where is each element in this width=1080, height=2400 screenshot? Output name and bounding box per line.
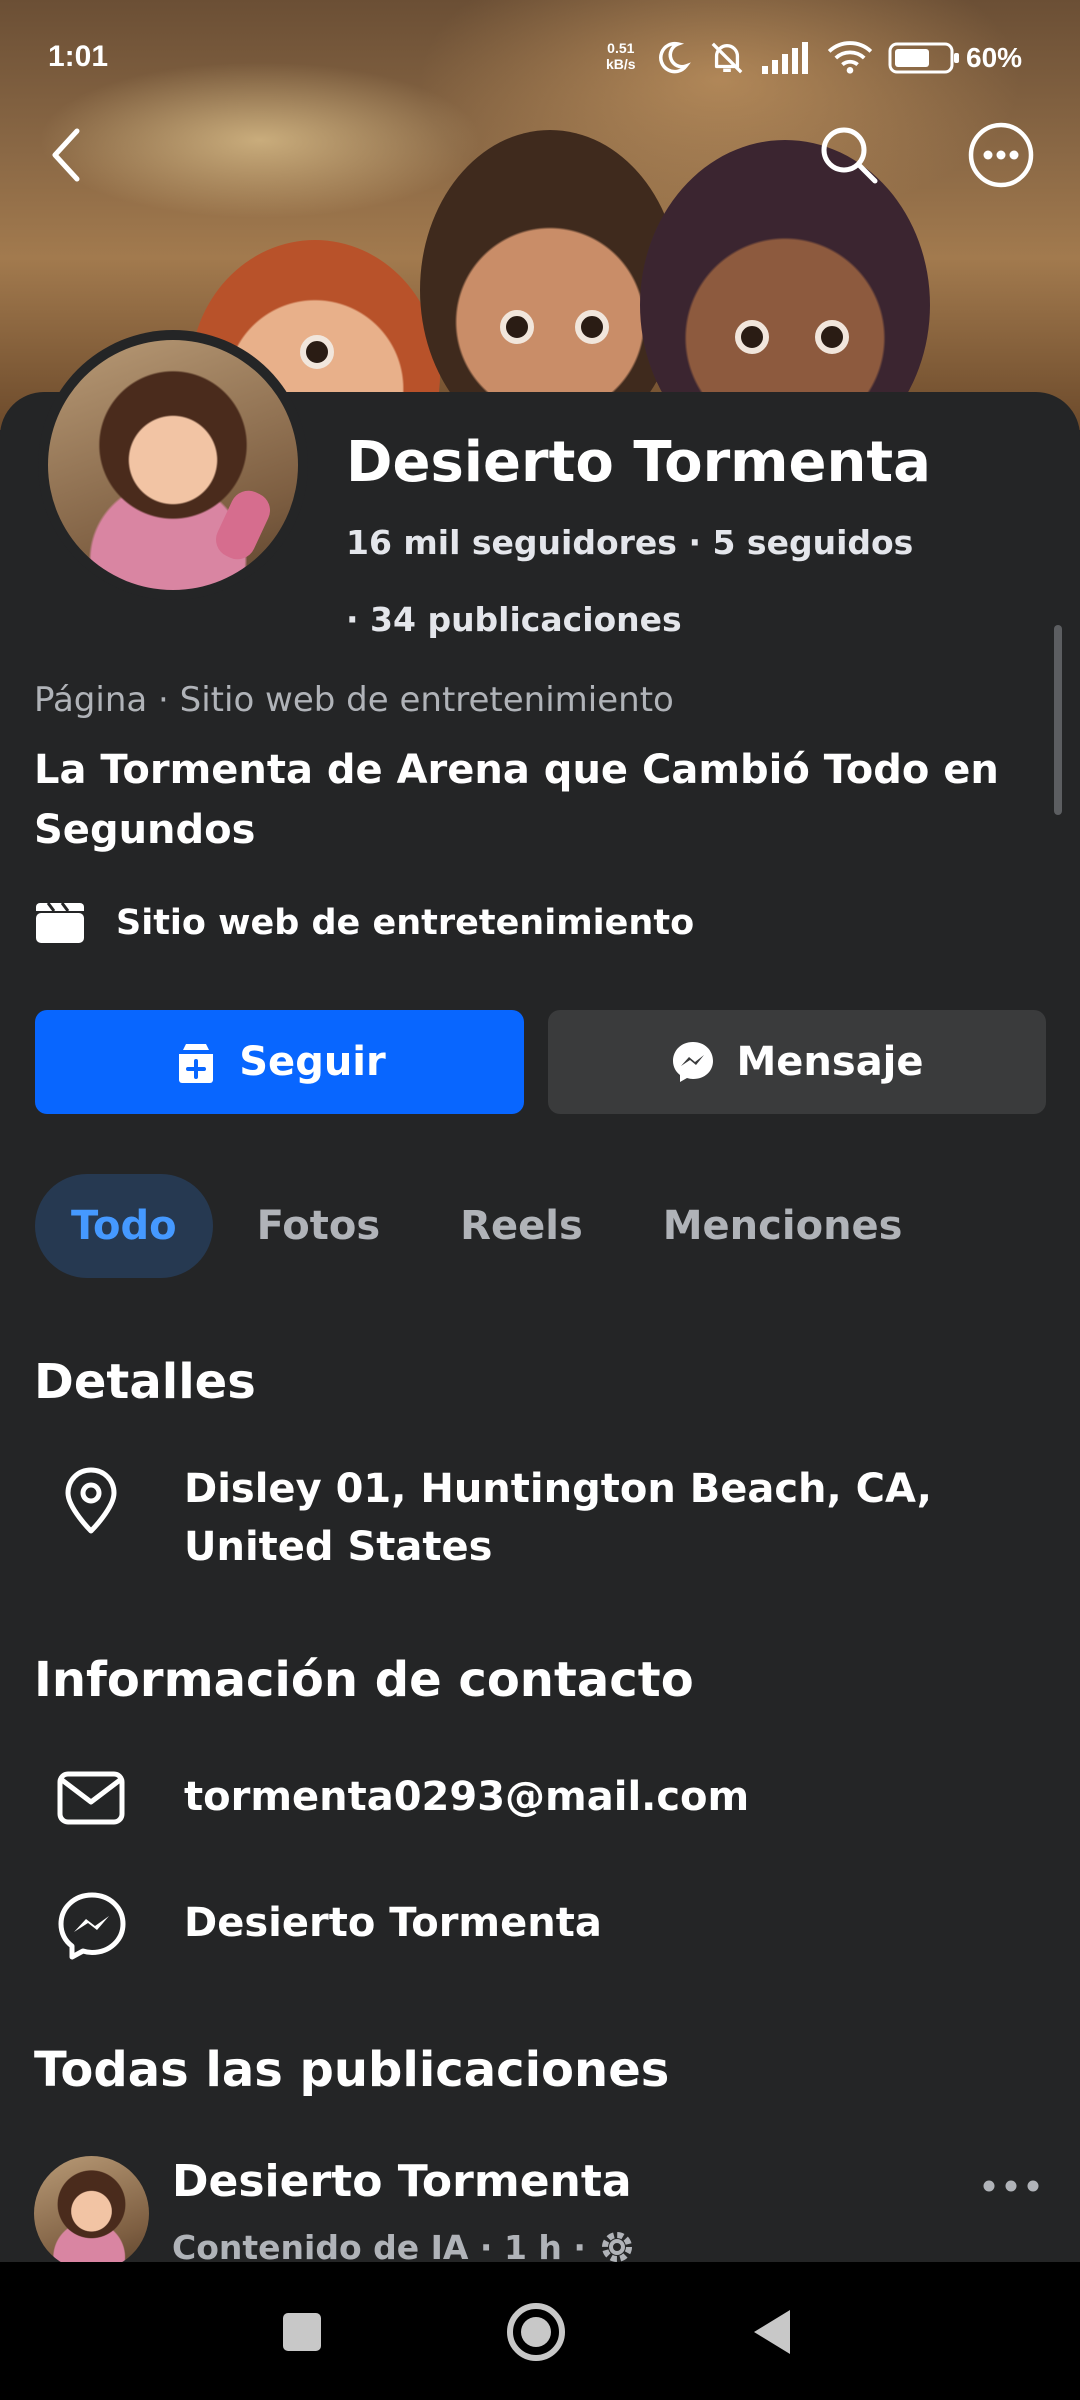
status-bar: 1:01 0.51 kB/s 60% <box>0 0 1080 120</box>
battery-icon <box>888 42 959 74</box>
wifi-icon <box>827 41 873 74</box>
message-button[interactable]: Mensaje <box>548 1010 1046 1114</box>
messenger-text: Desierto Tormenta <box>184 1900 602 1946</box>
search-button[interactable] <box>814 120 884 190</box>
tab-fotos[interactable]: Fotos <box>221 1174 417 1278</box>
battery-percent: 60% <box>966 42 1023 73</box>
tab-todo[interactable]: Todo <box>35 1174 213 1278</box>
email-text: tormenta0293@mail.com <box>184 1774 750 1820</box>
follow-label: Seguir <box>239 1039 386 1085</box>
bell-off-icon <box>711 42 743 74</box>
network-speed-unit: kB/s <box>606 56 636 72</box>
post-more-button[interactable] <box>976 2156 1046 2216</box>
signal-icon <box>762 42 808 74</box>
profile-tabs: Todo Fotos Reels Menciones <box>35 1174 946 1278</box>
page-name: Desierto Tormenta <box>346 430 931 495</box>
stats-separator: · <box>688 523 713 562</box>
triangle-back-icon <box>754 2310 790 2354</box>
address-row[interactable]: Disley 01, Huntington Beach, CA, United … <box>0 1460 1080 1580</box>
page-bio: La Tormenta de Arena que Cambió Todo en … <box>34 747 999 853</box>
cover-eye <box>815 320 849 354</box>
profile-stats: 16 mil seguidores · 5 seguidos <box>346 523 913 562</box>
post-author-avatar[interactable] <box>34 2156 149 2271</box>
home-circle-icon <box>507 2303 565 2361</box>
arrow-left-icon <box>52 128 80 182</box>
system-navigation-bar <box>0 2262 1080 2400</box>
status-time: 1:01 <box>48 40 109 73</box>
cover-eye <box>500 310 534 344</box>
profile-avatar-image <box>48 340 298 590</box>
scrollbar[interactable] <box>1054 625 1062 815</box>
envelope-icon <box>57 1771 125 1825</box>
site-category-row: Sitio web de entretenimiento <box>34 898 694 948</box>
message-label: Mensaje <box>736 1039 924 1085</box>
cover-eye <box>300 335 334 369</box>
profile-picture[interactable] <box>38 330 308 600</box>
profile-sheet <box>0 392 1080 2262</box>
post-author-name[interactable]: Desierto Tormenta <box>172 2156 632 2207</box>
followers-count[interactable]: 16 mil seguidores <box>346 523 677 562</box>
square-icon <box>283 2313 321 2351</box>
messenger-icon <box>58 1892 126 1960</box>
cover-eye <box>575 310 609 344</box>
cover-character-right <box>640 140 930 430</box>
post-header: Desierto Tormenta Contenido de IA · 1 h … <box>34 2156 1046 2271</box>
posts-stat: · 34 publicaciones <box>346 600 682 639</box>
network-speed: 0.51 kB/s <box>606 40 636 72</box>
post-meta-text: Contenido de IA · 1 h · <box>172 2227 586 2267</box>
stats-separator: · <box>346 600 371 639</box>
details-title: Detalles <box>34 1354 256 1410</box>
map-pin-icon <box>65 1467 117 1534</box>
contact-title: Información de contacto <box>34 1652 694 1708</box>
search-icon <box>821 127 878 184</box>
clapperboard-icon <box>36 902 84 943</box>
messenger-icon <box>673 1042 714 1082</box>
tab-reels[interactable]: Reels <box>424 1174 619 1278</box>
more-horizontal-icon <box>968 122 1034 188</box>
back-nav-button[interactable] <box>722 2282 822 2382</box>
more-options-button[interactable] <box>966 120 1036 190</box>
address-text: Disley 01, Huntington Beach, CA, United … <box>184 1466 932 1570</box>
posts-count: 34 publicaciones <box>370 600 682 639</box>
popsicle-detail <box>210 484 276 566</box>
back-button[interactable] <box>32 120 102 190</box>
network-speed-value: 0.51 <box>607 40 635 56</box>
email-row[interactable]: tormenta0293@mail.com <box>0 1766 1080 1836</box>
site-category-text: Sitio web de entretenimiento <box>116 903 695 943</box>
page-category: Página · Sitio web de entretenimiento <box>34 680 674 720</box>
messenger-row[interactable]: Desierto Tormenta <box>0 1892 1080 1962</box>
more-horizontal-icon <box>983 2180 1039 2192</box>
tab-menciones[interactable]: Menciones <box>627 1174 939 1278</box>
all-posts-title: Todas las publicaciones <box>34 2042 670 2098</box>
home-button[interactable] <box>486 2282 586 2382</box>
moon-icon <box>659 41 691 74</box>
follow-button[interactable]: Seguir <box>35 1010 524 1114</box>
cover-eye <box>735 320 769 354</box>
following-count[interactable]: 5 seguidos <box>712 523 913 562</box>
recents-button[interactable] <box>252 2282 352 2382</box>
follow-page-icon <box>179 1044 214 1083</box>
